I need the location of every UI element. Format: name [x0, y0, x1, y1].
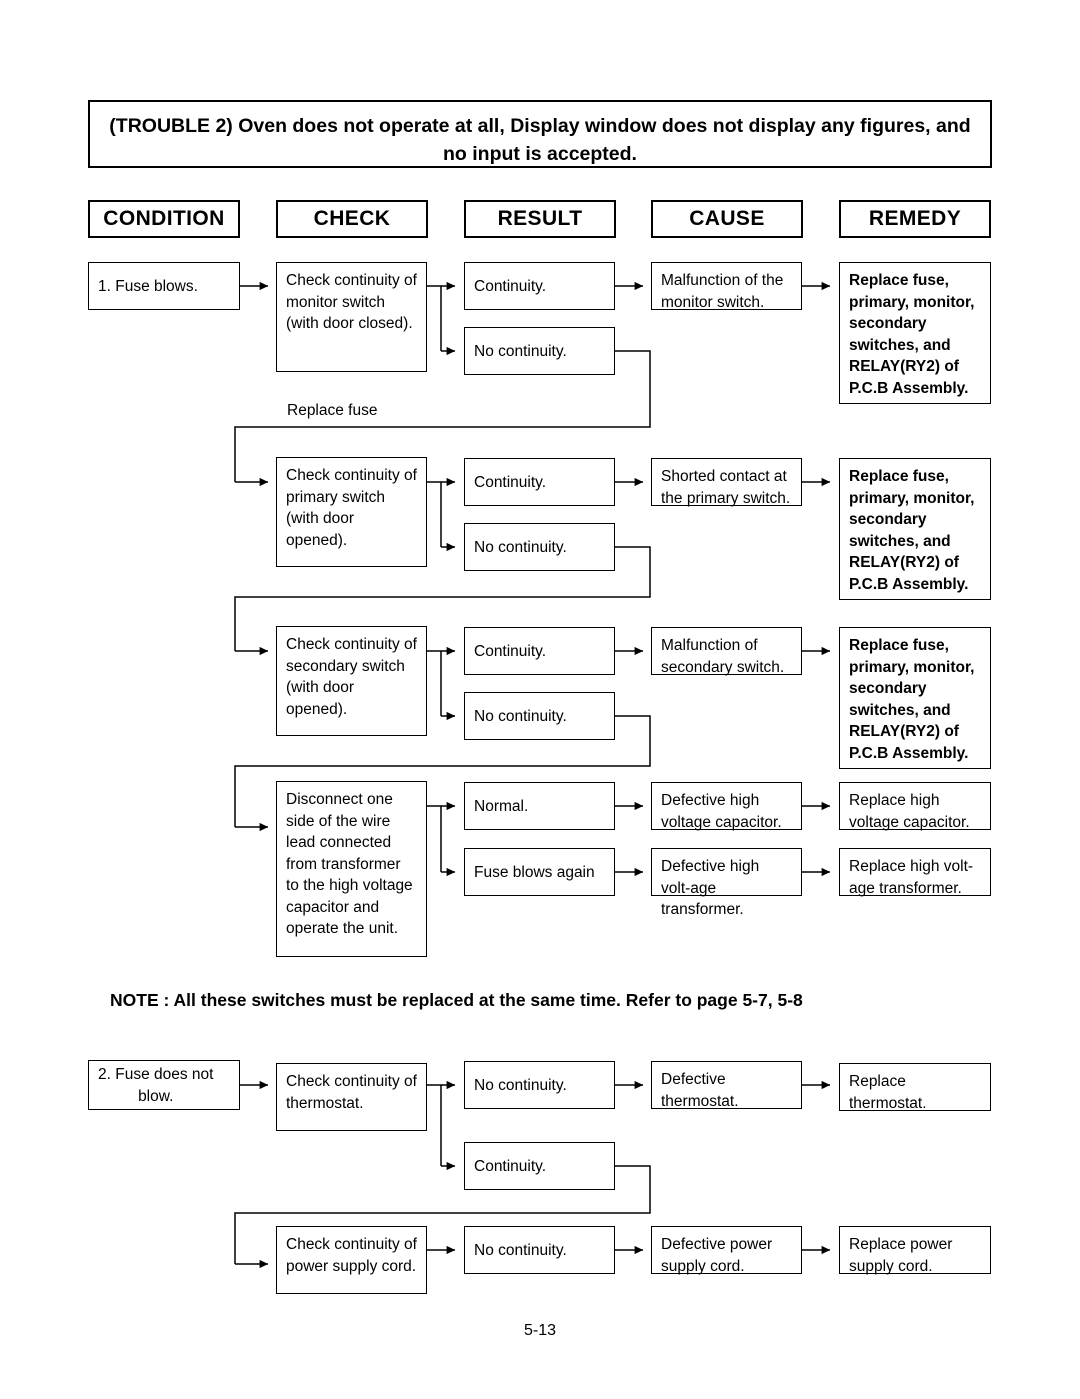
result-box-no-continuity-thermostat: No continuity.: [464, 1061, 615, 1109]
result-box-no-continuity-cord: No continuity.: [464, 1226, 615, 1274]
result-box-continuity-3: Continuity.: [464, 627, 615, 675]
page-number: 5-13: [523, 1322, 557, 1339]
trouble-title: (TROUBLE 2) Oven does not operate at all…: [88, 100, 992, 168]
result-box-no-continuity-3: No continuity.: [464, 692, 615, 740]
note-text: NOTE : All these switches must be replac…: [110, 990, 803, 1010]
column-header-remedy: REMEDY: [839, 200, 991, 238]
cause-box-primary-switch: Shorted contact at the primary switch.: [651, 458, 802, 507]
column-header-result: RESULT: [464, 200, 616, 238]
result-box-continuity-2: Continuity.: [464, 458, 615, 506]
remedy-box-switches-1: Replace fuse, primary, monitor, secondar…: [839, 262, 991, 404]
check-box-power-supply-cord: Check continuity of power supply cord.: [276, 1226, 427, 1294]
result-box-no-continuity-1: No continuity.: [464, 327, 615, 375]
result-box-continuity-thermostat: Continuity.: [464, 1142, 615, 1190]
cause-box-hv-transformer: Defective high volt-age transformer.: [651, 848, 802, 918]
column-header-cause: CAUSE: [651, 200, 803, 238]
check-box-disconnect-wire-lead: Disconnect one side of the wire lead con…: [276, 781, 427, 957]
result-box-continuity-1: Continuity.: [464, 262, 615, 310]
cause-box-hv-capacitor: Defective high voltage capacitor.: [651, 782, 802, 831]
result-box-normal: Normal.: [464, 782, 615, 830]
remedy-box-switches-2: Replace fuse, primary, monitor, secondar…: [839, 458, 991, 600]
column-header-check: CHECK: [276, 200, 428, 238]
remedy-box-hv-transformer: Replace high volt-age transformer.: [839, 848, 991, 897]
condition-box-1: 1. Fuse blows.: [88, 262, 240, 310]
remedy-box-hv-capacitor: Replace high voltage capacitor.: [839, 782, 991, 831]
remedy-box-power-supply-cord: Replace power supply cord.: [839, 1226, 991, 1275]
check-box-secondary-switch: Check continuity of secondary switch (wi…: [276, 626, 427, 736]
check-box-thermostat: Check continuity of thermostat.: [276, 1063, 427, 1131]
check-box-primary-switch: Check continuity of primary switch (with…: [276, 457, 427, 567]
remedy-box-switches-3: Replace fuse, primary, monitor, secondar…: [839, 627, 991, 769]
cause-box-secondary-switch: Malfunction of secondary switch.: [651, 627, 802, 676]
remedy-box-thermostat: Replace thermostat.: [839, 1063, 991, 1112]
check-box-monitor-switch: Check continuity of monitor switch (with…: [276, 262, 427, 372]
column-header-condition: CONDITION: [88, 200, 240, 238]
cause-box-power-supply-cord: Defective power supply cord.: [651, 1226, 802, 1275]
feedback-label-replace-fuse-1: Replace fuse: [287, 402, 378, 419]
result-box-fuse-blows-again: Fuse blows again: [464, 848, 615, 896]
condition-box-2: 2. Fuse does not blow.: [88, 1060, 240, 1110]
document-page: (TROUBLE 2) Oven does not operate at all…: [0, 0, 1080, 1399]
result-box-no-continuity-2: No continuity.: [464, 523, 615, 571]
cause-box-thermostat: Defective thermostat.: [651, 1061, 802, 1110]
cause-box-monitor-switch: Malfunction of the monitor switch.: [651, 262, 802, 311]
